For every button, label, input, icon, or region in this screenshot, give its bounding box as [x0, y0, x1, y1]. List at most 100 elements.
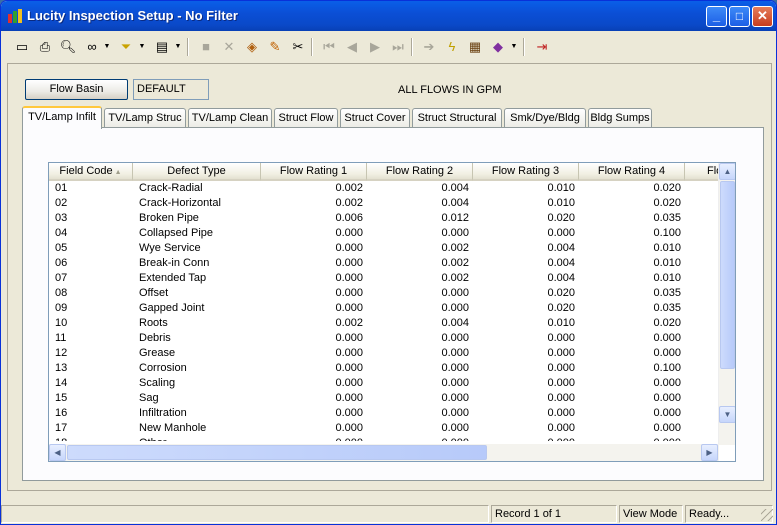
- field-code-cell[interactable]: 04: [55, 226, 131, 241]
- tab-smk-dye-bldg[interactable]: Smk/Dye/Bldg: [504, 108, 586, 128]
- flow-rating-3-cell[interactable]: 0.004: [473, 271, 575, 286]
- flow-rating-3-cell[interactable]: 0.000: [473, 391, 575, 406]
- field-code-cell[interactable]: 03: [55, 211, 131, 226]
- flow-rating-1-cell[interactable]: 0.000: [261, 256, 363, 271]
- flow-rating-1-cell[interactable]: 0.002: [261, 181, 363, 196]
- table-row[interactable]: 04 Collapsed Pipe 0.000 0.000 0.000 0.100: [49, 226, 719, 241]
- flow-rating-1-cell[interactable]: 0.000: [261, 346, 363, 361]
- flow-rating-3-cell[interactable]: 0.000: [473, 331, 575, 346]
- flow-rating-2-cell[interactable]: 0.000: [367, 436, 469, 441]
- last-record-icon[interactable]: ⏭: [387, 36, 409, 58]
- flow-rating-3-cell[interactable]: 0.020: [473, 286, 575, 301]
- flow-rating-1-cell[interactable]: 0.000: [261, 301, 363, 316]
- flow-rating-3-cell[interactable]: 0.000: [473, 346, 575, 361]
- flow-rating-2-cell[interactable]: 0.002: [367, 256, 469, 271]
- table-row[interactable]: 09 Gapped Joint 0.000 0.000 0.020 0.035: [49, 301, 719, 316]
- tab-tv-lamp-infilt[interactable]: TV/Lamp Infilt: [22, 106, 102, 129]
- field-code-cell[interactable]: 02: [55, 196, 131, 211]
- flow-rating-3-cell[interactable]: 0.004: [473, 241, 575, 256]
- table-row[interactable]: 12 Grease 0.000 0.000 0.000 0.000: [49, 346, 719, 361]
- flow-rating-2-cell[interactable]: 0.000: [367, 391, 469, 406]
- report-icon[interactable]: ▤: [151, 36, 173, 58]
- flow-rating-4-cell[interactable]: 0.100: [579, 361, 681, 376]
- scroll-up-icon[interactable]: ▲: [719, 163, 735, 180]
- save-icon[interactable]: ■: [195, 36, 217, 58]
- flow-rating-4-cell[interactable]: 0.010: [579, 271, 681, 286]
- column-header-flow-rating-4[interactable]: Flow Rating 4: [579, 163, 685, 181]
- flow-rating-2-cell[interactable]: 0.002: [367, 271, 469, 286]
- field-code-cell[interactable]: 09: [55, 301, 131, 316]
- flow-rating-4-cell[interactable]: 0.020: [579, 196, 681, 211]
- flow-rating-2-cell[interactable]: 0.000: [367, 406, 469, 421]
- field-code-cell[interactable]: 10: [55, 316, 131, 331]
- lightning-icon[interactable]: ϟ: [441, 36, 463, 58]
- flow-rating-4-cell[interactable]: 0.020: [579, 181, 681, 196]
- scroll-down-icon[interactable]: ▼: [719, 406, 735, 423]
- defect-type-cell[interactable]: Gapped Joint: [139, 301, 259, 316]
- flow-rating-2-cell[interactable]: 0.004: [367, 181, 469, 196]
- flow-basin-button[interactable]: Flow Basin: [25, 79, 128, 100]
- flow-rating-1-cell[interactable]: 0.000: [261, 436, 363, 441]
- table-row[interactable]: 06 Break-in Conn 0.000 0.002 0.004 0.010: [49, 256, 719, 271]
- flow-rating-3-cell[interactable]: 0.000: [473, 406, 575, 421]
- book-dropdown-icon[interactable]: ▼: [510, 36, 518, 58]
- tab-tv-lamp-clean[interactable]: TV/Lamp Clean: [188, 108, 272, 128]
- flow-rating-2-cell[interactable]: 0.002: [367, 241, 469, 256]
- defect-type-cell[interactable]: Extended Tap: [139, 271, 259, 286]
- defect-type-cell[interactable]: Collapsed Pipe: [139, 226, 259, 241]
- flow-rating-1-cell[interactable]: 0.000: [261, 331, 363, 346]
- flow-rating-1-cell[interactable]: 0.000: [261, 406, 363, 421]
- flow-rating-1-cell[interactable]: 0.002: [261, 196, 363, 211]
- flow-rating-3-cell[interactable]: 0.010: [473, 181, 575, 196]
- print-preview-icon[interactable]: 🔍︎: [57, 36, 79, 58]
- column-header-flow-rating-3[interactable]: Flow Rating 3: [473, 163, 579, 181]
- tab-struct-cover[interactable]: Struct Cover: [340, 108, 410, 128]
- flow-rating-2-cell[interactable]: 0.000: [367, 286, 469, 301]
- minimize-button[interactable]: _: [706, 6, 727, 27]
- table-row[interactable]: 13 Corrosion 0.000 0.000 0.000 0.100: [49, 361, 719, 376]
- flow-rating-2-cell[interactable]: 0.000: [367, 346, 469, 361]
- tab-struct-flow[interactable]: Struct Flow: [274, 108, 338, 128]
- table-row[interactable]: 14 Scaling 0.000 0.000 0.000 0.000: [49, 376, 719, 391]
- flow-rating-2-cell[interactable]: 0.000: [367, 421, 469, 436]
- flow-rating-3-cell[interactable]: 0.000: [473, 436, 575, 441]
- field-code-cell[interactable]: 17: [55, 421, 131, 436]
- go-icon[interactable]: ➔: [418, 36, 440, 58]
- field-code-cell[interactable]: 05: [55, 241, 131, 256]
- field-code-cell[interactable]: 13: [55, 361, 131, 376]
- flow-rating-4-cell[interactable]: 0.035: [579, 211, 681, 226]
- table-row[interactable]: 17 New Manhole 0.000 0.000 0.000 0.000: [49, 421, 719, 436]
- column-header-flow-rating-2[interactable]: Flow Rating 2: [367, 163, 473, 181]
- defect-type-cell[interactable]: Crack-Radial: [139, 181, 259, 196]
- flow-rating-4-cell[interactable]: 0.010: [579, 256, 681, 271]
- table-row[interactable]: 03 Broken Pipe 0.006 0.012 0.020 0.035: [49, 211, 719, 226]
- flow-rating-2-cell[interactable]: 0.000: [367, 376, 469, 391]
- field-code-cell[interactable]: 18: [55, 436, 131, 441]
- flow-rating-2-cell[interactable]: 0.012: [367, 211, 469, 226]
- flow-rating-1-cell[interactable]: 0.000: [261, 391, 363, 406]
- flow-rating-4-cell[interactable]: 0.000: [579, 391, 681, 406]
- flow-rating-1-cell[interactable]: 0.000: [261, 226, 363, 241]
- binoculars-icon[interactable]: ∞: [81, 36, 103, 58]
- flow-rating-2-cell[interactable]: 0.000: [367, 226, 469, 241]
- vertical-scrollbar[interactable]: ▲ ▼: [718, 163, 735, 445]
- flow-rating-1-cell[interactable]: 0.000: [261, 241, 363, 256]
- flow-rating-2-cell[interactable]: 0.000: [367, 361, 469, 376]
- defect-type-cell[interactable]: Infiltration: [139, 406, 259, 421]
- defect-type-cell[interactable]: Corrosion: [139, 361, 259, 376]
- flow-rating-1-cell[interactable]: 0.000: [261, 376, 363, 391]
- field-code-cell[interactable]: 11: [55, 331, 131, 346]
- column-header-defect-type[interactable]: Defect Type: [133, 163, 261, 181]
- table-row[interactable]: 01 Crack-Radial 0.002 0.004 0.010 0.020: [49, 181, 719, 196]
- flow-rating-3-cell[interactable]: 0.020: [473, 301, 575, 316]
- tab-struct-structural[interactable]: Struct Structural: [412, 108, 502, 128]
- book-icon[interactable]: ◆: [487, 36, 509, 58]
- defect-type-cell[interactable]: Offset: [139, 286, 259, 301]
- layers-icon[interactable]: ◈: [241, 36, 263, 58]
- first-record-icon[interactable]: ⏮: [318, 36, 340, 58]
- prev-record-icon[interactable]: ◀: [341, 36, 363, 58]
- horizontal-scrollbar[interactable]: ◀ ▶: [49, 444, 719, 461]
- defect-type-cell[interactable]: Other: [139, 436, 259, 441]
- report-dropdown-icon[interactable]: ▼: [174, 36, 182, 58]
- flow-rating-4-cell[interactable]: 0.000: [579, 376, 681, 391]
